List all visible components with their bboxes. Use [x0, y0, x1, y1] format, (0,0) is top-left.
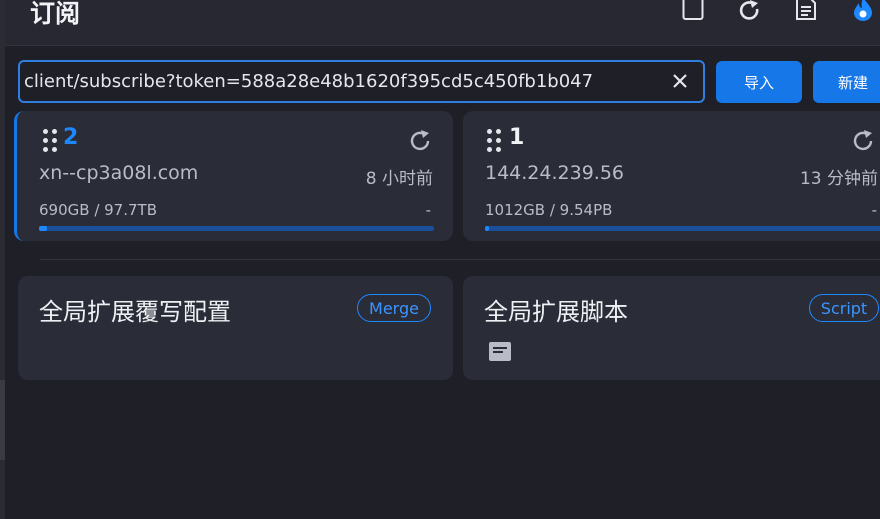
import-button[interactable]: 导入 — [716, 61, 802, 103]
profile-usage: 690GB / 97.7TB — [39, 201, 157, 219]
merge-title: 全局扩展覆写配置 — [39, 298, 231, 326]
log-icon[interactable] — [793, 0, 819, 22]
scrollbar-thumb[interactable] — [0, 380, 5, 460]
profile-host: xn--cp3a08l.com — [39, 162, 199, 184]
subscribe-url-input[interactable] — [20, 62, 660, 101]
profile-card[interactable]: 1 144.24.239.56 13 分钟前 1012GB / 9.54PB - — [463, 111, 880, 241]
merge-tag: Merge — [357, 294, 431, 322]
usage-progress-fill — [39, 226, 47, 231]
window-edge — [0, 0, 5, 519]
drag-handle-icon[interactable] — [487, 129, 501, 152]
flame-icon[interactable] — [850, 0, 876, 22]
script-title: 全局扩展脚本 — [484, 298, 628, 326]
refresh-icon[interactable] — [737, 0, 763, 22]
document-icon[interactable] — [489, 342, 511, 361]
profile-name: 1 — [509, 125, 525, 150]
page-header: 订阅 — [5, 0, 880, 46]
profile-updated: 13 分钟前 — [799, 169, 878, 189]
global-merge-card[interactable]: 全局扩展覆写配置 Merge — [18, 276, 453, 380]
script-tag: Script — [809, 294, 879, 322]
profile-name: 2 — [63, 125, 79, 150]
clear-icon[interactable] — [671, 72, 689, 90]
usage-progress — [485, 226, 880, 231]
refresh-icon[interactable] — [851, 129, 875, 153]
usage-progress-fill — [485, 226, 489, 231]
profile-updated: 8 小时前 — [365, 169, 433, 189]
new-window-icon[interactable] — [680, 0, 706, 22]
page-title: 订阅 — [30, 0, 81, 28]
global-script-card[interactable]: 全局扩展脚本 Script — [463, 276, 880, 380]
profile-host: 144.24.239.56 — [485, 162, 625, 184]
profile-usage: 1012GB / 9.54PB — [485, 201, 613, 219]
section-divider — [40, 259, 880, 260]
refresh-icon[interactable] — [408, 129, 432, 153]
profile-card[interactable]: 2 xn--cp3a08l.com 8 小时前 690GB / 97.7TB - — [14, 111, 453, 241]
new-button[interactable]: 新建 — [813, 61, 880, 103]
profile-expire: - — [871, 201, 877, 219]
subscribe-url-field[interactable] — [18, 60, 705, 103]
drag-handle-icon[interactable] — [43, 129, 57, 152]
usage-progress — [39, 226, 434, 231]
profile-expire: - — [425, 201, 431, 219]
